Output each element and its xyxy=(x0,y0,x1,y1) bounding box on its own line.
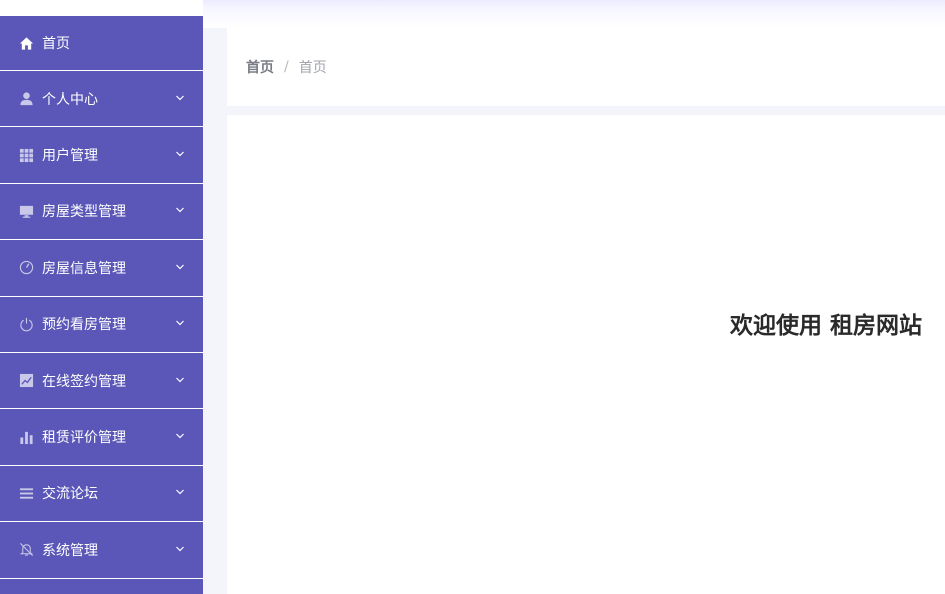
chevron-down-icon xyxy=(175,485,185,495)
user-icon xyxy=(18,91,34,107)
chart-line-icon xyxy=(18,373,34,389)
sidebar-item-home[interactable]: 首页 xyxy=(0,16,203,71)
sidebar-item-label: 用户管理 xyxy=(42,148,98,165)
sidebar-menu: 首页 个人中心 用户管理 房屋类型管理 房屋信息管理 预约看房管理 在线签约管理… xyxy=(0,16,203,594)
breadcrumb-separator: / xyxy=(284,59,289,75)
chevron-down-icon xyxy=(175,316,185,326)
bell-off-icon xyxy=(18,542,34,558)
sidebar-item-label: 租赁评价管理 xyxy=(42,430,126,447)
list-icon xyxy=(18,485,34,501)
sidebar-item-system-management[interactable]: 系统管理 xyxy=(0,522,203,579)
sidebar-item-label: 交流论坛 xyxy=(42,486,98,503)
gauge-icon xyxy=(18,260,34,276)
chevron-down-icon xyxy=(175,203,185,213)
sidebar-item-online-contract-management[interactable]: 在线签约管理 xyxy=(0,353,203,410)
sidebar-item-label: 预约看房管理 xyxy=(42,317,126,334)
chevron-down-icon xyxy=(175,373,185,383)
breadcrumb-home-link[interactable]: 首页 xyxy=(246,57,274,77)
sidebar-item-label: 房屋类型管理 xyxy=(42,204,126,221)
welcome-heading: 欢迎使用 租房网站 xyxy=(730,313,923,339)
top-strip xyxy=(0,0,203,16)
bar-chart-icon xyxy=(18,429,34,445)
breadcrumb: 首页 / 首页 xyxy=(227,28,945,106)
top-header-bar xyxy=(203,0,945,28)
power-icon xyxy=(18,316,34,332)
sidebar-item-label: 系统管理 xyxy=(42,542,98,559)
sidebar-item-house-info-management[interactable]: 房屋信息管理 xyxy=(0,240,203,297)
sidebar-item-label: 在线签约管理 xyxy=(42,373,126,390)
sidebar-item-personal-center[interactable]: 个人中心 xyxy=(0,71,203,128)
chevron-down-icon xyxy=(175,429,185,439)
sidebar-item-label: 房屋信息管理 xyxy=(42,260,126,277)
monitor-icon xyxy=(18,203,34,219)
sidebar-item-label: 个人中心 xyxy=(42,91,98,108)
home-icon xyxy=(18,35,34,51)
chevron-down-icon xyxy=(175,542,185,552)
sidebar-item-user-management[interactable]: 用户管理 xyxy=(0,127,203,184)
chevron-down-icon xyxy=(175,91,185,101)
sidebar-item-house-type-management[interactable]: 房屋类型管理 xyxy=(0,184,203,241)
sidebar-item-rental-review-management[interactable]: 租赁评价管理 xyxy=(0,409,203,466)
sidebar-item-label: 首页 xyxy=(42,36,70,52)
chevron-down-icon xyxy=(175,260,185,270)
sidebar-item-viewing-appointment-management[interactable]: 预约看房管理 xyxy=(0,297,203,353)
sidebar-item-forum[interactable]: 交流论坛 xyxy=(0,466,203,523)
chevron-down-icon xyxy=(175,147,185,157)
grid-icon xyxy=(18,147,34,163)
breadcrumb-current: 首页 xyxy=(298,60,327,76)
main-content: 欢迎使用 租房网站 xyxy=(227,115,945,594)
